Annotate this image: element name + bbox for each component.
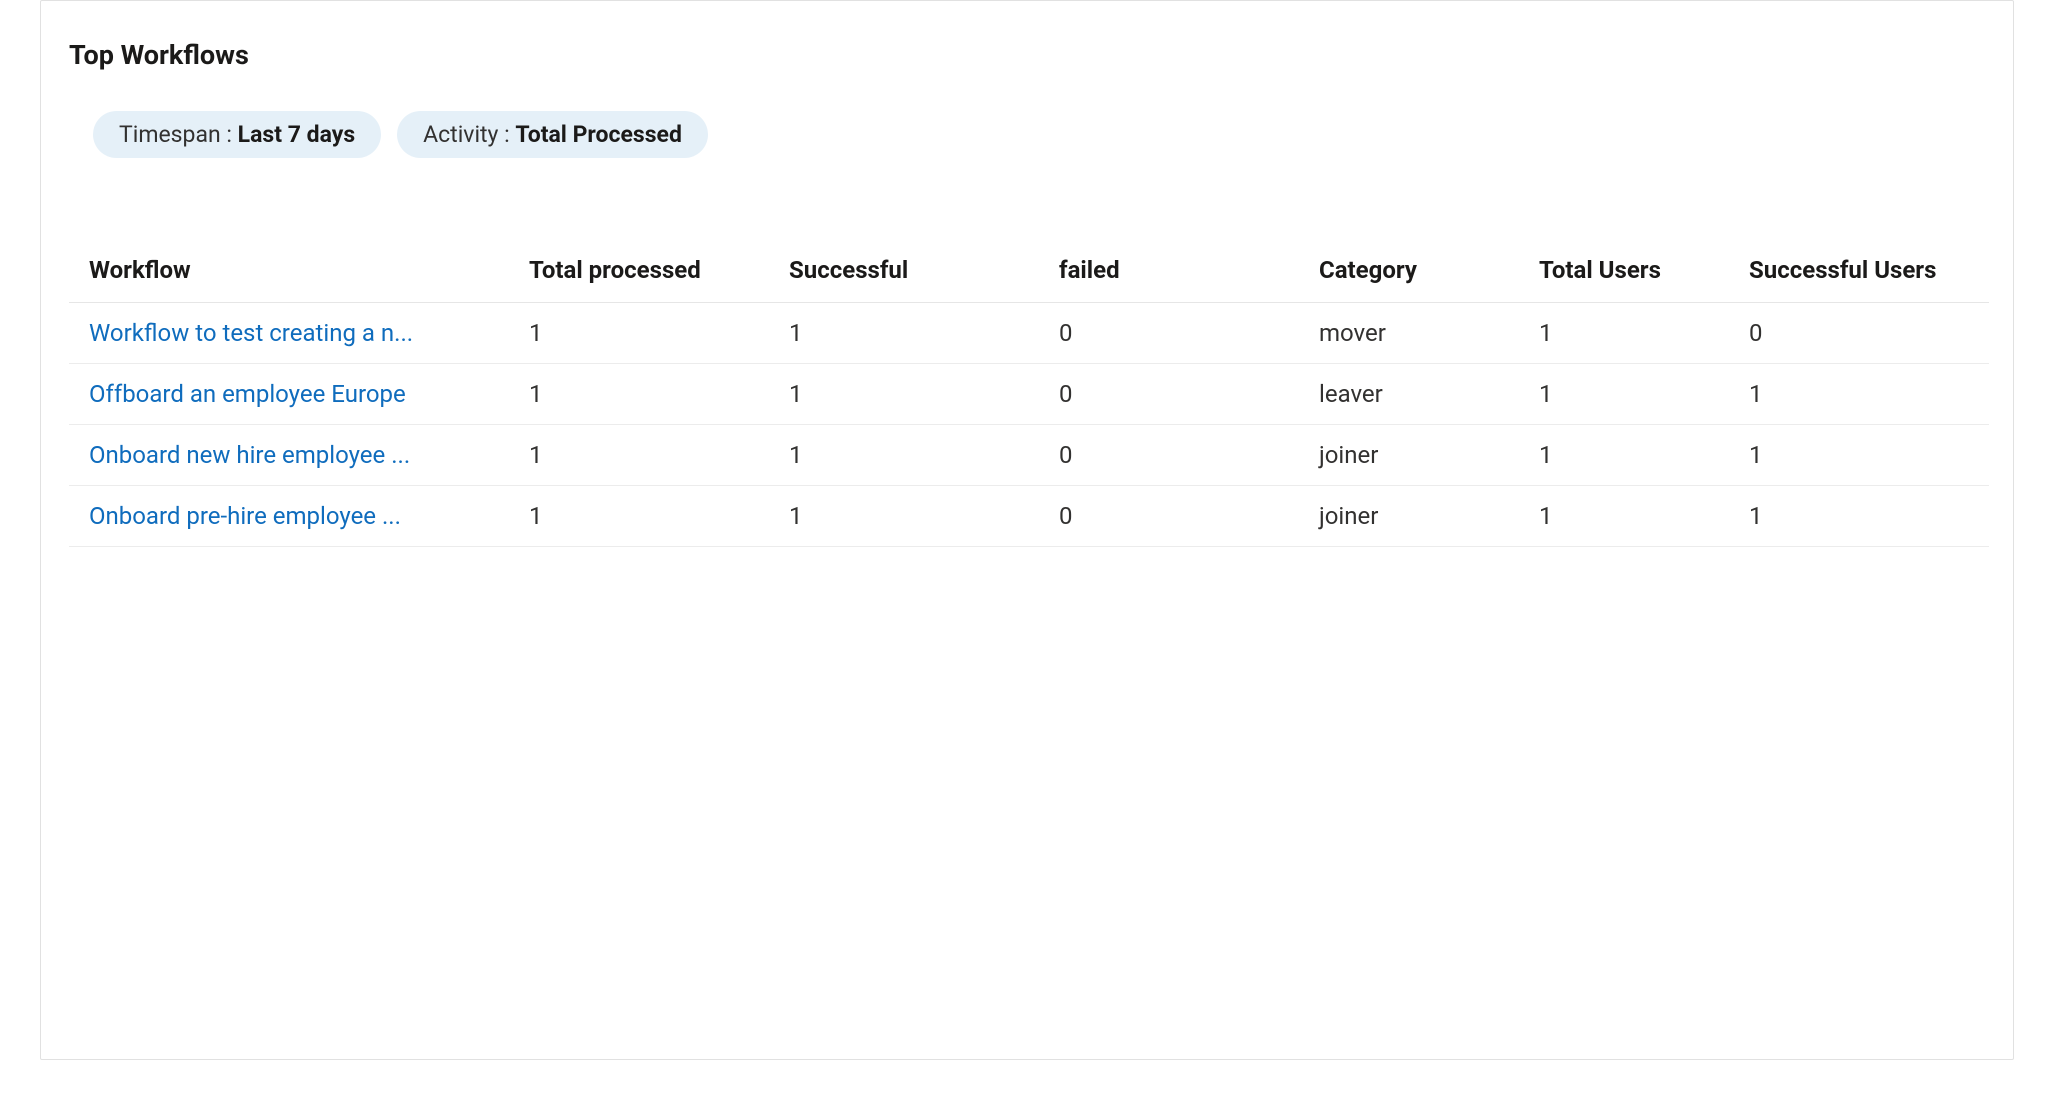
cell-total-users: 1 <box>1519 303 1729 364</box>
table-row: Onboard pre-hire employee ...110joiner11 <box>69 486 1989 547</box>
cell-workflow: Onboard new hire employee ... <box>69 425 509 486</box>
workflow-link[interactable]: Onboard new hire employee ... <box>89 441 410 469</box>
col-header-successful-users[interactable]: Successful Users <box>1729 238 1989 303</box>
cell-total-processed: 1 <box>509 303 769 364</box>
filters-row: Timespan : Last 7 days Activity : Total … <box>93 111 1989 158</box>
cell-category: mover <box>1299 303 1519 364</box>
table-body: Workflow to test creating a n...110mover… <box>69 303 1989 547</box>
timespan-filter-label: Timespan : <box>119 121 238 148</box>
timespan-filter[interactable]: Timespan : Last 7 days <box>93 111 381 158</box>
cell-failed: 0 <box>1039 364 1299 425</box>
col-header-total-processed[interactable]: Total processed <box>509 238 769 303</box>
cell-workflow: Offboard an employee Europe <box>69 364 509 425</box>
table-row: Onboard new hire employee ...110joiner11 <box>69 425 1989 486</box>
cell-successful: 1 <box>769 303 1039 364</box>
activity-filter-value: Total Processed <box>515 121 681 148</box>
cell-workflow: Onboard pre-hire employee ... <box>69 486 509 547</box>
col-header-workflow[interactable]: Workflow <box>69 238 509 303</box>
col-header-category[interactable]: Category <box>1299 238 1519 303</box>
workflow-link[interactable]: Onboard pre-hire employee ... <box>89 502 401 530</box>
table-header: Workflow Total processed Successful fail… <box>69 238 1989 303</box>
cell-failed: 0 <box>1039 486 1299 547</box>
activity-filter[interactable]: Activity : Total Processed <box>397 111 708 158</box>
cell-successful-users: 1 <box>1729 425 1989 486</box>
cell-total-users: 1 <box>1519 486 1729 547</box>
top-workflows-card: Top Workflows Timespan : Last 7 days Act… <box>40 0 2014 1060</box>
workflow-link[interactable]: Offboard an employee Europe <box>89 380 406 408</box>
timespan-filter-value: Last 7 days <box>238 121 355 148</box>
card-title: Top Workflows <box>69 39 1989 71</box>
col-header-total-users[interactable]: Total Users <box>1519 238 1729 303</box>
table-row: Workflow to test creating a n...110mover… <box>69 303 1989 364</box>
cell-category: leaver <box>1299 364 1519 425</box>
cell-total-users: 1 <box>1519 425 1729 486</box>
table-row: Offboard an employee Europe110leaver11 <box>69 364 1989 425</box>
activity-filter-label: Activity : <box>423 121 515 148</box>
cell-successful: 1 <box>769 364 1039 425</box>
cell-failed: 0 <box>1039 303 1299 364</box>
cell-category: joiner <box>1299 486 1519 547</box>
cell-successful-users: 1 <box>1729 486 1989 547</box>
cell-failed: 0 <box>1039 425 1299 486</box>
col-header-failed[interactable]: failed <box>1039 238 1299 303</box>
cell-total-processed: 1 <box>509 425 769 486</box>
cell-total-processed: 1 <box>509 364 769 425</box>
workflows-table: Workflow Total processed Successful fail… <box>69 238 1989 547</box>
cell-successful: 1 <box>769 425 1039 486</box>
cell-successful-users: 1 <box>1729 364 1989 425</box>
cell-total-users: 1 <box>1519 364 1729 425</box>
col-header-successful[interactable]: Successful <box>769 238 1039 303</box>
workflow-link[interactable]: Workflow to test creating a n... <box>89 319 413 347</box>
cell-successful: 1 <box>769 486 1039 547</box>
cell-successful-users: 0 <box>1729 303 1989 364</box>
cell-category: joiner <box>1299 425 1519 486</box>
cell-workflow: Workflow to test creating a n... <box>69 303 509 364</box>
cell-total-processed: 1 <box>509 486 769 547</box>
